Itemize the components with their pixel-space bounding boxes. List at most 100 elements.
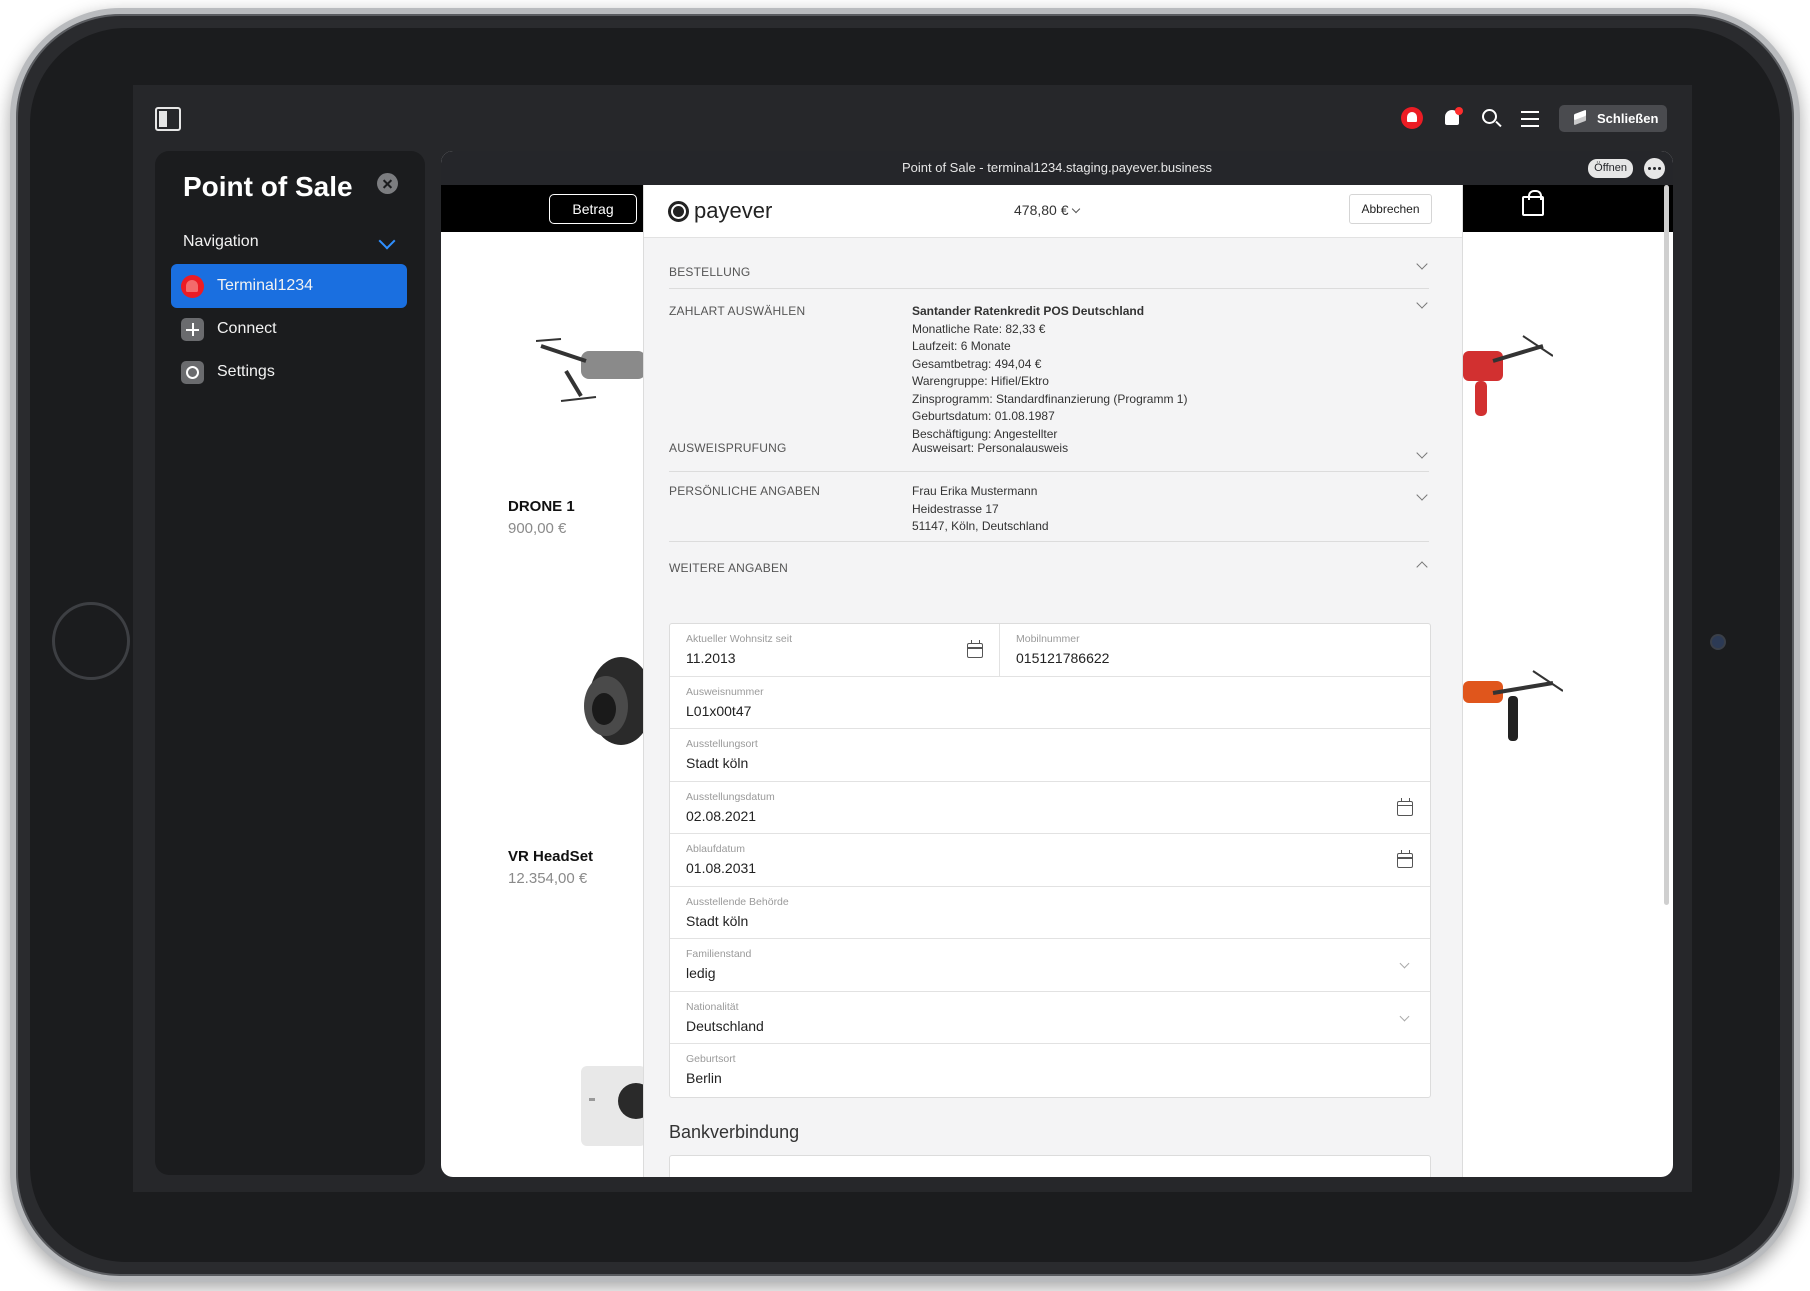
personal-line: Frau Erika Mustermann	[912, 484, 1038, 498]
calendar-icon[interactable]	[967, 640, 983, 658]
bank-form[interactable]	[669, 1155, 1431, 1177]
sidebar-item-connect[interactable]: Connect	[171, 307, 407, 351]
nav-header[interactable]: Navigation	[183, 233, 259, 251]
dot	[1648, 167, 1651, 170]
chevron-up-icon[interactable]	[1416, 561, 1428, 573]
chevron-down-icon[interactable]	[1416, 258, 1428, 270]
sidebar-item-settings[interactable]: Settings	[171, 350, 407, 394]
section-more-label[interactable]: WEITERE ANGABEN	[669, 561, 788, 575]
stage: Schließen Point of Sale Navigation Termi…	[0, 0, 1810, 1291]
top-bar: Schließen	[133, 85, 1692, 151]
camera-image[interactable]	[581, 1056, 646, 1146]
authority-field[interactable]: Ausstellende Behörde Stadt köln	[670, 887, 1430, 939]
mobile-field[interactable]: Mobilnummer 015121786622	[999, 624, 1430, 676]
search-icon[interactable]	[1480, 107, 1504, 131]
field-label: Mobilnummer	[1016, 633, 1080, 645]
sidebar-item-terminal[interactable]: Terminal1234	[171, 264, 407, 308]
product-price: 900,00 €	[508, 520, 567, 537]
drone-rotor	[1522, 335, 1553, 357]
bank-section-title: Bankverbindung	[669, 1122, 800, 1142]
notification-dot	[1455, 107, 1463, 115]
product-name[interactable]: VR HeadSet	[508, 848, 593, 865]
chevron-down-icon[interactable]	[1416, 447, 1428, 459]
nationality-select[interactable]: Nationalität Deutschland	[670, 992, 1430, 1044]
menu-line	[1521, 125, 1539, 127]
orange-drone-image[interactable]	[1463, 661, 1563, 751]
field-value[interactable]: 015121786622	[1016, 650, 1109, 666]
cancel-button[interactable]: Abbrechen	[1349, 194, 1432, 224]
section-payment-label[interactable]: ZAHLART AUSWÄHLEN	[669, 304, 805, 318]
red-drone-image[interactable]	[1463, 321, 1553, 431]
close-app-label: Schließen	[1597, 111, 1659, 126]
personal-line: 51147, Köln, Deutschland	[912, 519, 1049, 533]
residence-since-field[interactable]: Aktueller Wohnsitz seit 11.2013	[670, 624, 999, 676]
dot	[1658, 167, 1661, 170]
section-id-check-label[interactable]: AUSWEISPRUFUNG	[669, 441, 786, 455]
chevron-down-icon[interactable]	[1399, 958, 1410, 969]
sidebar: Point of Sale Navigation Terminal1234 Co…	[155, 151, 425, 1175]
payment-line: Geburtsdatum: 01.08.1987	[912, 409, 1055, 423]
open-button[interactable]: Öffnen	[1588, 159, 1633, 178]
settings-icon	[181, 361, 204, 384]
menu-icon[interactable]	[1519, 107, 1543, 131]
scrollbar[interactable]	[1664, 185, 1669, 905]
amount-value: 478,80 €	[1014, 202, 1069, 218]
drone-rotor	[560, 396, 597, 402]
chevron-down-icon[interactable]	[378, 232, 396, 250]
drone-arm	[540, 344, 587, 363]
sidebar-item-label: Terminal1234	[217, 277, 314, 294]
field-value[interactable]: 01.08.2031	[686, 860, 756, 876]
drone-rotor	[536, 338, 562, 342]
close-icon[interactable]	[377, 173, 398, 194]
field-value[interactable]: Berlin	[686, 1070, 722, 1086]
bell-icon[interactable]	[1441, 107, 1465, 131]
issue-date-field[interactable]: Ausstellungsdatum 02.08.2021	[670, 782, 1430, 834]
chevron-down-icon[interactable]	[1416, 489, 1428, 501]
field-value[interactable]: 11.2013	[686, 650, 736, 666]
plus-icon	[181, 318, 204, 341]
calendar-icon[interactable]	[1397, 850, 1413, 868]
field-value[interactable]: L01x00t47	[686, 703, 751, 719]
vr-headset-image[interactable]	[566, 651, 646, 751]
marital-status-select[interactable]: Familienstand ledig	[670, 939, 1430, 992]
shopping-bag-icon[interactable]	[1522, 190, 1544, 216]
field-value[interactable]: Deutschland	[686, 1018, 764, 1034]
section-personal-label[interactable]: PERSÖNLICHE ANGABEN	[669, 484, 820, 498]
id-number-field[interactable]: Ausweisnummer L01x00t47	[670, 677, 1430, 729]
field-value[interactable]: Stadt köln	[686, 913, 748, 929]
close-app-button[interactable]: Schließen	[1559, 105, 1667, 132]
payment-line: Zinsprogramm: Standardfinanzierung (Prog…	[912, 391, 1188, 406]
more-icon[interactable]	[1644, 158, 1665, 179]
payment-title: Santander Ratenkredit POS Deutschland	[912, 304, 1145, 318]
form-row: Aktueller Wohnsitz seit 11.2013 Mobilnum…	[670, 624, 1430, 677]
drone-image[interactable]	[536, 321, 646, 411]
expiry-date-field[interactable]: Ablaufdatum 01.08.2031	[670, 834, 1430, 887]
app-window: Point of Sale - terminal1234.staging.pay…	[441, 151, 1673, 1177]
calendar-icon[interactable]	[1397, 797, 1413, 816]
product-name[interactable]: DRONE 1	[508, 498, 575, 515]
field-label: Familienstand	[686, 948, 752, 960]
santander-icon[interactable]	[1401, 107, 1423, 129]
search-handle	[1495, 120, 1502, 128]
sidebar-toggle-icon[interactable]	[155, 107, 181, 131]
chevron-down-icon[interactable]	[1399, 1011, 1410, 1021]
payment-line: Warengruppe: Hifiel/Ektro	[912, 374, 1049, 388]
terminal-icon	[181, 275, 204, 298]
divider	[669, 288, 1429, 289]
field-value[interactable]: 02.08.2021	[686, 808, 756, 824]
checkout-amount[interactable]: 478,80 €	[1014, 202, 1080, 218]
headset-lens-inner	[592, 693, 616, 725]
checkout-header: payever 478,80 € Abbrechen	[644, 185, 1462, 238]
field-value[interactable]: Stadt köln	[686, 755, 748, 771]
window-title-text: Point of Sale - terminal1234.staging.pay…	[901, 160, 1213, 175]
camera-detail	[589, 1098, 595, 1101]
field-value[interactable]: ledig	[686, 965, 716, 981]
issue-place-field[interactable]: Ausstellungsort Stadt köln	[670, 729, 1430, 782]
window-title: Point of Sale - terminal1234.staging.pay…	[441, 151, 1673, 185]
amount-button[interactable]: Betrag	[549, 194, 637, 224]
chevron-down-icon[interactable]	[1416, 297, 1428, 309]
section-order-label[interactable]: BESTELLUNG	[669, 265, 750, 279]
home-button	[52, 602, 130, 680]
birthplace-field[interactable]: Geburtsort Berlin	[670, 1044, 1430, 1097]
menu-line	[1521, 111, 1539, 113]
